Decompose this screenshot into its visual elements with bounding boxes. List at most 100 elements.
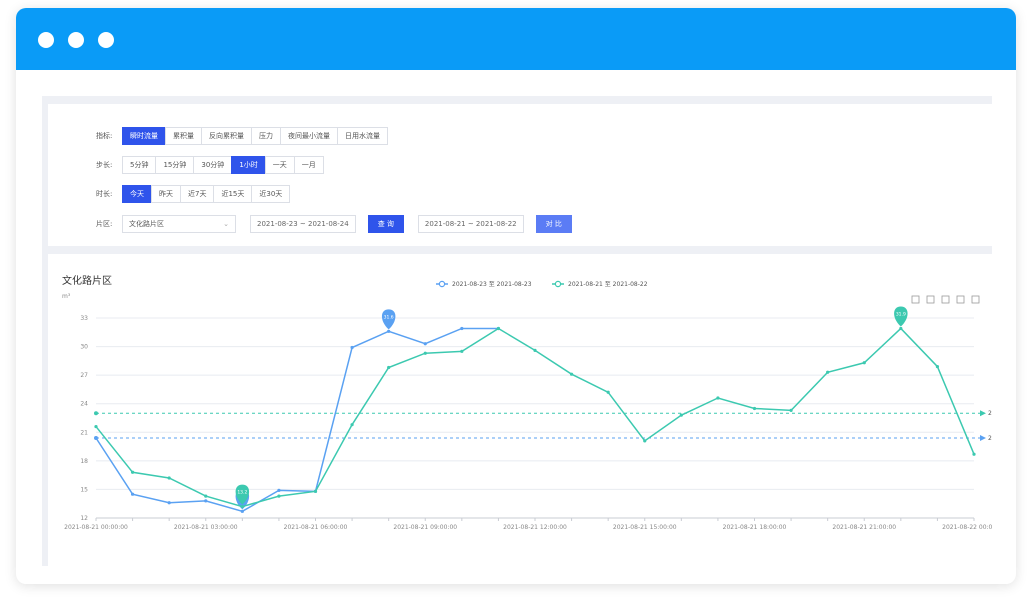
range-option-button[interactable]: 近30天 [251,185,291,203]
data-view-icon[interactable] [941,295,950,304]
chart-title: 文化路片区 [62,274,112,287]
legend-label[interactable]: 2021-08-21 至 2021-08-22 [568,281,648,288]
window-dot-icon[interactable] [68,32,84,48]
range-option-button[interactable]: 近15天 [213,185,253,203]
data-point[interactable] [167,476,171,480]
x-tick-label: 2021-08-21 00:00:00 [64,524,128,531]
data-point[interactable] [240,504,244,509]
range-option-button[interactable]: 昨天 [151,185,181,203]
data-point[interactable] [606,390,610,394]
metric-option-button[interactable]: 反向累积量 [201,127,252,145]
data-point[interactable] [679,413,683,417]
zoom-icon-shape [911,295,920,304]
data-point[interactable] [789,408,793,412]
series-line [95,327,499,513]
area-label: 片区: [96,220,113,228]
zoom-reset-icon[interactable] [926,295,935,304]
x-tick-label: 2021-08-21 15:00:00 [613,524,677,531]
data-point[interactable] [935,364,940,369]
step-row: 步长: 5分钟 15分钟 30分钟 1小时 一天 一月 [96,155,324,175]
data-point[interactable] [167,501,171,505]
data-point[interactable] [460,349,464,353]
data-point[interactable] [350,423,354,427]
legend-marker-icon[interactable] [438,280,446,288]
value-pin-label: 31.9 [896,311,906,317]
bar-type-icon[interactable] [971,295,980,304]
step-option-button[interactable]: 5分钟 [122,156,157,174]
compare-button[interactable]: 对 比 [535,215,572,233]
data-point[interactable] [716,396,720,400]
date-range-input-compare[interactable]: 2021-08-21 ~ 2021-08-22 [417,215,524,233]
query-button[interactable]: 查 询 [367,215,404,233]
data-point[interactable] [899,326,903,331]
area-row: 片区: 文化路片区 ⌄ 2021-08-23 ~ 2021-08-24 查 询 … [96,214,572,234]
data-point[interactable] [826,370,830,374]
x-tick-label: 2021-08-21 03:00:00 [174,524,238,531]
data-point[interactable] [496,326,501,331]
average-arrow-icon [980,410,986,417]
line-type-icon[interactable] [956,295,965,304]
data-point[interactable] [533,348,537,352]
metric-option-button[interactable]: 累积量 [165,127,202,145]
date-range-input-primary[interactable]: 2021-08-23 ~ 2021-08-24 [250,215,356,233]
metric-option-button[interactable]: 压力 [251,127,281,145]
data-point[interactable] [313,489,318,493]
data-point[interactable] [277,494,281,498]
metric-option-button[interactable]: 夜间最小流量 [280,127,338,145]
data-view-icon-shape [941,295,950,304]
area-select-value: 文化路片区 [129,220,164,228]
data-point[interactable] [569,372,574,376]
data-point[interactable] [94,424,98,429]
y-tick-label: 27 [80,372,88,379]
data-point[interactable] [240,509,244,513]
data-point[interactable] [423,342,427,346]
metric-label: 指标: [96,132,113,140]
line-type-icon-shape [956,295,965,304]
chart-toolbar [911,295,980,304]
x-tick-label: 2021-08-21 21:00:00 [832,524,896,531]
metric-row: 指标: 瞬时流量 累积量 反向累积量 压力 夜间最小流量 日用水流量 [96,126,388,146]
metric-option-button[interactable]: 瞬时流量 [122,127,166,145]
data-point[interactable] [130,470,135,474]
zoom-icon[interactable] [911,295,920,304]
data-point[interactable] [460,326,464,331]
y-tick-label: 21 [80,429,88,436]
window-dot-icon[interactable] [38,32,54,48]
range-label: 时长: [96,190,113,198]
step-option-button[interactable]: 15分钟 [155,156,195,174]
y-tick-label: 12 [80,515,88,522]
chart-panel: 文化路片区 m³ 2021-08-23 至 2021-08-23 2021-08-… [48,254,1006,566]
data-point[interactable] [204,499,208,503]
range-row: 时长: 今天 昨天 近7天 近15天 近30天 [96,184,291,204]
data-point[interactable] [643,439,647,443]
chart-unit: m³ [62,293,71,300]
step-option-button[interactable]: 30分钟 [193,156,233,174]
chart-grid [96,317,974,519]
legend-marker-icon[interactable] [554,280,562,288]
chart-plot: 20.431.612.723.031.913.2 [94,306,1002,513]
data-point[interactable] [862,361,866,365]
flow-chart: 文化路片区 m³ 2021-08-23 至 2021-08-23 2021-08-… [62,274,1006,531]
legend-label[interactable]: 2021-08-23 至 2021-08-23 [452,281,532,288]
data-point[interactable] [387,329,391,333]
range-option-button[interactable]: 近7天 [180,185,215,203]
data-point[interactable] [972,452,976,456]
data-point[interactable] [204,494,208,498]
step-option-button[interactable]: 1小时 [231,156,266,174]
data-point[interactable] [752,406,757,411]
window-dot-icon[interactable] [98,32,114,48]
value-pin-label: 13.2 [237,490,247,496]
metric-button-group: 瞬时流量 累积量 反向累积量 压力 夜间最小流量 日用水流量 [122,127,388,145]
x-tick-label: 2021-08-21 09:00:00 [393,524,457,531]
chevron-down-icon: ⌄ [223,220,229,228]
step-option-button[interactable]: 一月 [293,156,324,174]
data-point[interactable] [423,351,427,355]
metric-option-button[interactable]: 日用水流量 [337,127,388,145]
data-point[interactable] [277,488,281,492]
data-point[interactable] [130,492,135,496]
area-select[interactable]: 文化路片区 ⌄ [122,215,236,233]
data-point[interactable] [387,365,391,370]
step-option-button[interactable]: 一天 [264,156,295,174]
range-option-button[interactable]: 今天 [122,185,152,203]
data-point[interactable] [350,345,354,350]
